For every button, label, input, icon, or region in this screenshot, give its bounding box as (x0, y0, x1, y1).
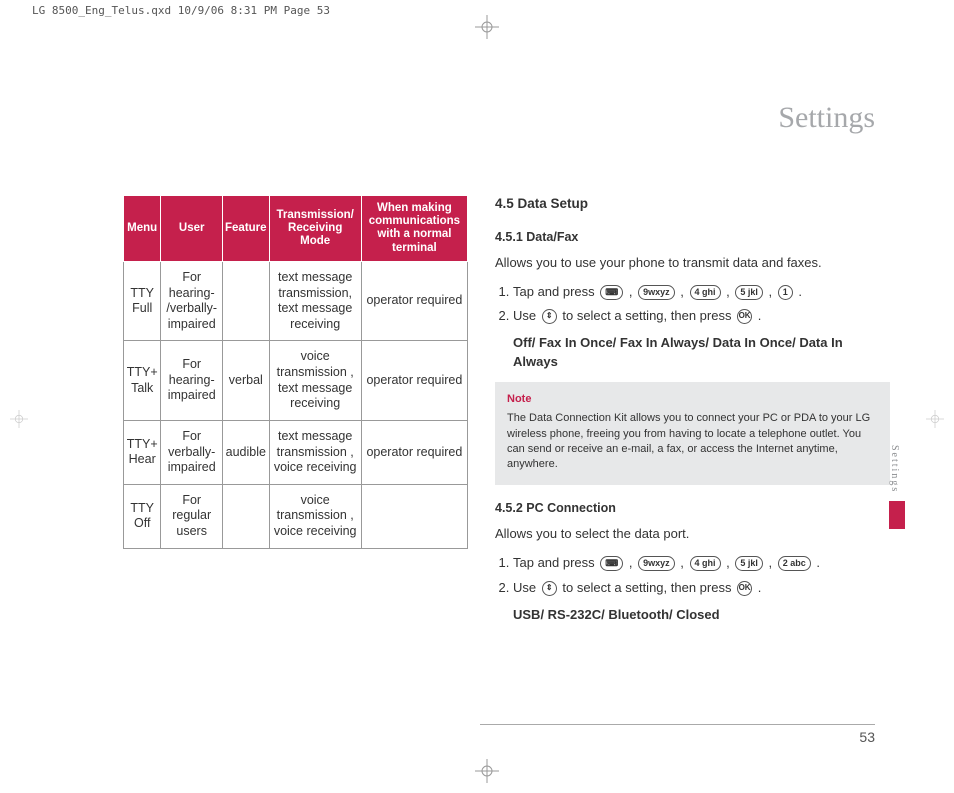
step-text: . (798, 284, 802, 299)
phone-key-icon: ⌨ (600, 285, 623, 300)
step-text: Tap and press (513, 555, 598, 570)
th-mode: Transmission/ Receiving Mode (269, 196, 361, 262)
phone-key-icon: 1 (778, 285, 793, 300)
step-item: Tap and press ⌨ , 9wxyz , 4 ghi , 5 jkl … (513, 283, 890, 302)
right-column: 4.5 Data Setup 4.5.1 Data/Fax Allows you… (495, 190, 890, 632)
side-tab: Settings (889, 445, 909, 529)
subsection-heading: 4.5.1 Data/Fax (495, 228, 890, 246)
intro-text: Allows you to select the data port. (495, 525, 890, 544)
table-cell: text message transmission , voice receiv… (269, 420, 361, 484)
section-heading: 4.5 Data Setup (495, 194, 890, 214)
options-text: USB/ RS-232C/ Bluetooth/ Closed (513, 606, 720, 625)
nav-key-icon: ⇕ (542, 309, 557, 324)
table-cell (361, 484, 467, 548)
table-cell: operator required (361, 420, 467, 484)
table-cell (223, 261, 270, 341)
step-text: . (816, 555, 820, 570)
note-label: Note (507, 392, 878, 407)
phone-key-icon: 5 jkl (735, 285, 763, 300)
table-cell: text message transmission, text message … (269, 261, 361, 341)
table-cell: voice transmission , voice receiving (269, 484, 361, 548)
table-cell: audible (223, 420, 270, 484)
page-number: 53 (480, 724, 875, 745)
note-box: Note The Data Connection Kit allows you … (495, 382, 890, 485)
phone-key-icon: 9wxyz (638, 285, 675, 300)
step-text: . (758, 308, 762, 323)
step-item: Use ⇕ to select a setting, then press OK… (513, 307, 890, 372)
ok-key-icon: OK (737, 581, 752, 596)
tty-modes-table: Menu User Feature Transmission/ Receivin… (123, 195, 468, 549)
subsection-heading: 4.5.2 PC Connection (495, 499, 890, 517)
th-menu: Menu (124, 196, 161, 262)
page-title: Settings (778, 101, 875, 135)
table-cell: For hearing- /verbally- impaired (161, 261, 223, 341)
th-user: User (161, 196, 223, 262)
step-text: Tap and press (513, 284, 598, 299)
th-comm: When making communications with a normal… (361, 196, 467, 262)
phone-key-icon: 5 jkl (735, 556, 763, 571)
registration-mark-left (10, 410, 28, 428)
nav-key-icon: ⇕ (542, 581, 557, 596)
table-cell: TTY Off (124, 484, 161, 548)
table-cell: TTY+ Hear (124, 420, 161, 484)
step-item: Use ⇕ to select a setting, then press OK… (513, 579, 890, 625)
step-text: Use (513, 308, 540, 323)
phone-key-icon: 4 ghi (690, 285, 721, 300)
table-cell: operator required (361, 261, 467, 341)
phone-key-icon: 9wxyz (638, 556, 675, 571)
phone-key-icon: 4 ghi (690, 556, 721, 571)
step-item: Tap and press ⌨ , 9wxyz , 4 ghi , 5 jkl … (513, 554, 890, 573)
step-text: to select a setting, then press (562, 580, 735, 595)
registration-mark-right (926, 410, 944, 428)
table-cell: For hearing- impaired (161, 341, 223, 421)
phone-key-icon: 2 abc (778, 556, 811, 571)
th-feature: Feature (223, 196, 270, 262)
intro-text: Allows you to use your phone to transmit… (495, 254, 890, 273)
table-cell: voice transmission , text message receiv… (269, 341, 361, 421)
table-cell: TTY+ Talk (124, 341, 161, 421)
table-cell: TTY Full (124, 261, 161, 341)
table-cell: operator required (361, 341, 467, 421)
phone-key-icon: ⌨ (600, 556, 623, 571)
registration-mark-top (475, 15, 499, 39)
print-header: LG 8500_Eng_Telus.qxd 10/9/06 8:31 PM Pa… (30, 0, 332, 21)
note-text: The Data Connection Kit allows you to co… (507, 411, 878, 473)
options-text: Off/ Fax In Once/ Fax In Always/ Data In… (513, 334, 890, 372)
table-cell (223, 484, 270, 548)
table-cell: For regular users (161, 484, 223, 548)
table-cell: verbal (223, 341, 270, 421)
ok-key-icon: OK (737, 309, 752, 324)
step-text: to select a setting, then press (562, 308, 735, 323)
table-cell: For verbally- impaired (161, 420, 223, 484)
side-tab-bar (889, 501, 905, 529)
step-text: . (758, 580, 762, 595)
step-text: Use (513, 580, 540, 595)
side-tab-label: Settings (889, 445, 900, 493)
